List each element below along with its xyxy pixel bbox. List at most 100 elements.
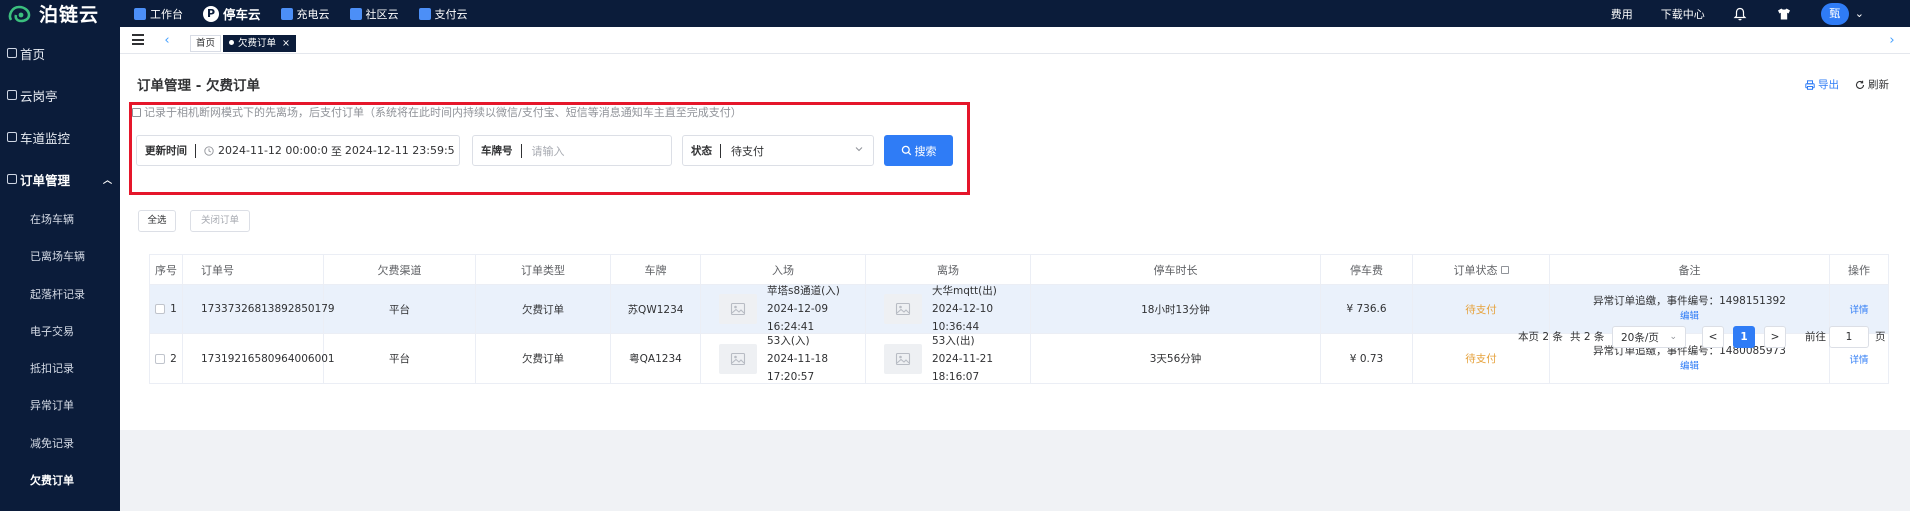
top-bar: 泊链云 工作台 P 停车云 充电云 社区云 支付云 费用 下载中心 甄 ⌄ — [0, 0, 1910, 27]
prev-page-button[interactable]: < — [1702, 326, 1724, 348]
parking-icon: P — [203, 5, 219, 22]
goto-label: 前往 — [1805, 330, 1826, 343]
col-header-duration: 停车时长 — [1031, 255, 1321, 284]
topnav-payment-cloud[interactable]: 支付云 — [418, 0, 468, 27]
exit-photo-thumbnail[interactable] — [884, 343, 922, 374]
tabs-scroll-left-icon[interactable]: ‹ — [157, 34, 177, 48]
bell-icon[interactable] — [1733, 7, 1747, 21]
user-avatar[interactable]: 甄 — [1820, 2, 1849, 25]
channel-cell: 平台 — [324, 334, 476, 383]
orders-table: 序号 订单号 欠费渠道 订单类型 车牌 入场 离场 停车时长 停车费 订单状态 … — [149, 254, 1889, 384]
tabs-scroll-right-icon[interactable]: › — [1882, 34, 1902, 48]
topnav-label: 充电云 — [296, 7, 330, 21]
page-size-select[interactable]: 20条/页 ⌄ — [1612, 326, 1686, 348]
fees-link[interactable]: 费用 — [1611, 6, 1633, 22]
sidebar-subitem-in-lot[interactable]: 在场车辆 — [0, 206, 120, 232]
refresh-button[interactable]: 刷新 — [1855, 77, 1889, 92]
range-separator: 至 — [330, 144, 342, 158]
exit-photo-thumbnail[interactable] — [884, 294, 922, 324]
col-header-index: 序号 — [150, 255, 183, 284]
theme-shirt-icon[interactable] — [1777, 7, 1791, 21]
exit-info: 53入(出) 2024-11-21 18:16:07 — [932, 332, 1030, 386]
col-header-op: 操作 — [1848, 263, 1870, 277]
workbench-icon — [134, 7, 146, 20]
refresh-icon — [1856, 80, 1865, 89]
sidebar-item-lane-monitor[interactable]: 车道监控 — [0, 124, 120, 150]
row-index-cell: 1 — [150, 285, 183, 333]
sidebar-subitem-abnormal-orders[interactable]: 异常订单 — [0, 392, 120, 418]
sidebar-subitem-reductions[interactable]: 减免记录 — [0, 430, 120, 456]
sidebar-subitem-arrears-orders[interactable]: 欠费订单 — [0, 467, 120, 493]
next-page-button[interactable]: > — [1764, 326, 1786, 348]
charging-icon — [280, 7, 293, 20]
topnav-workbench[interactable]: 工作台 — [134, 0, 183, 27]
payment-icon — [418, 7, 431, 20]
exit-cell: 大华mqtt(出) 2024-12-10 10:36:44 — [866, 285, 1031, 333]
entry-photo-thumbnail[interactable] — [719, 294, 757, 324]
sidebar-subitem-barrier-records[interactable]: 起落杆记录 — [0, 281, 120, 307]
row-index: 1 — [170, 303, 177, 315]
row-checkbox[interactable] — [155, 304, 166, 314]
menu-toggle-icon[interactable] — [132, 34, 144, 45]
edit-remark-link[interactable]: 编辑 — [1680, 359, 1699, 375]
goto-page-input[interactable]: 1 — [1829, 326, 1869, 348]
sidebar-subitem-deductions[interactable]: 抵扣记录 — [0, 355, 120, 381]
page-1-button[interactable]: 1 — [1733, 326, 1755, 348]
brand-logo[interactable]: 泊链云 — [0, 0, 120, 27]
status-select[interactable]: 状态 待支付 — [682, 135, 874, 166]
topnav-label: 社区云 — [365, 7, 399, 21]
select-all-button[interactable]: 全选 — [138, 210, 176, 232]
tab-arrears-orders[interactable]: 欠费订单 × — [223, 35, 296, 52]
col-header-channel: 欠费渠道 — [324, 255, 476, 284]
sidebar-item-label: 订单管理 — [20, 172, 71, 188]
chevron-down-icon — [855, 147, 863, 152]
row-checkbox[interactable] — [155, 353, 166, 364]
topnav-parking-cloud[interactable]: P 停车云 — [203, 0, 261, 27]
chevron-down-icon[interactable]: ⌄ — [1855, 7, 1864, 20]
sidebar-item-order-management[interactable]: 订单管理 ︿ — [0, 166, 120, 192]
duration-cell: 18小时13分钟 — [1031, 285, 1321, 333]
col-header-remark: 备注 — [1550, 255, 1830, 284]
plate-number-field[interactable]: 车牌号 请输入 — [472, 135, 672, 166]
info-icon[interactable] — [1500, 265, 1509, 274]
page-unit-label: 页 — [1875, 330, 1886, 343]
plate-cell: 苏QW1234 — [611, 285, 701, 333]
order-icon — [7, 174, 17, 184]
total-count-text: 共 2 条 — [1570, 330, 1605, 343]
table-card: 全选 关闭订单 序号 订单号 欠费渠道 订单类型 车牌 入场 离场 停车时长 停… — [120, 200, 1910, 430]
col-header-status: 订单状态 — [1413, 255, 1550, 284]
sidebar-item-label: 云岗亭 — [20, 88, 58, 104]
topnav-charging-cloud[interactable]: 充电云 — [280, 0, 330, 27]
exit-cell: 53入(出) 2024-11-21 18:16:07 — [866, 334, 1031, 383]
entry-info: 53入(入) 2024-11-18 17:20:57 — [767, 332, 865, 386]
time-start-input[interactable]: 2024-11-12 00:00:0 — [214, 144, 328, 157]
sidebar-item-home[interactable]: 首页 — [0, 40, 120, 66]
sidebar-subitem-departed[interactable]: 已离场车辆 — [0, 243, 120, 269]
close-icon[interactable]: × — [282, 38, 290, 49]
sidebar-item-cloud-booth[interactable]: 云岗亭 — [0, 82, 120, 108]
export-button[interactable]: 导出 — [1805, 77, 1839, 92]
entry-time: 2024-11-18 17:20:57 — [767, 352, 829, 383]
edit-remark-link[interactable]: 编辑 — [1680, 309, 1699, 325]
detail-link[interactable]: 详情 — [1849, 302, 1868, 316]
detail-link[interactable]: 详情 — [1849, 352, 1868, 366]
entry-photo-thumbnail[interactable] — [719, 343, 757, 374]
filter-card: 订单管理 - 欠费订单 导出 刷新 记录于相机断网模式下的先离场，后支付订单（系… — [120, 54, 1910, 200]
sidebar-item-label: 车道监控 — [20, 130, 71, 146]
tab-home[interactable]: 首页 — [190, 35, 222, 52]
col-header-fee: 停车费 — [1321, 255, 1413, 284]
search-button[interactable]: 搜索 — [884, 135, 953, 166]
topnav-community-cloud[interactable]: 社区云 — [349, 0, 399, 27]
plate-number-input[interactable]: 请输入 — [522, 143, 565, 159]
sidebar-item-label: 首页 — [20, 46, 46, 62]
clock-icon — [204, 145, 214, 156]
close-order-button[interactable]: 关闭订单 — [190, 210, 250, 232]
plate-number-label: 车牌号 — [473, 143, 522, 158]
update-time-range-picker[interactable]: 更新时间 2024-11-12 00:00:0 至 2024-12-11 23:… — [136, 135, 460, 166]
time-end-input[interactable]: 2024-12-11 23:59:5 — [345, 144, 455, 157]
topnav-label: 支付云 — [434, 7, 468, 21]
export-label: 导出 — [1818, 79, 1839, 91]
download-center-link[interactable]: 下载中心 — [1661, 6, 1705, 22]
col-header-order-no: 订单号 — [183, 255, 324, 284]
sidebar-subitem-e-transactions[interactable]: 电子交易 — [0, 318, 120, 344]
